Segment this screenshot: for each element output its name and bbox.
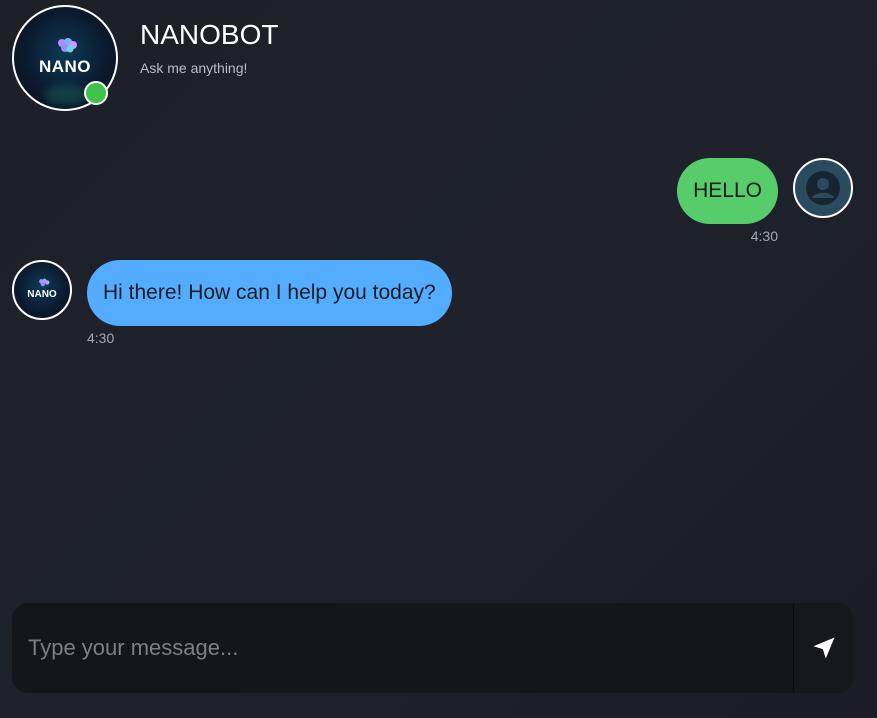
user-message: HELLO 4:30 — [653, 158, 853, 248]
message-composer — [12, 603, 853, 693]
user-message-bubble: HELLO — [677, 158, 778, 224]
message-timestamp: 4:30 — [750, 228, 778, 244]
bot-message: NANO Hi there! How can I help you today?… — [12, 260, 512, 350]
bot-message-bubble: Hi there! How can I help you today? — [87, 260, 452, 326]
chat-app: NANO NANOBOT Ask me anything! HELLO 4:30 — [0, 0, 877, 718]
bot-name: NANOBOT — [140, 19, 279, 50]
message-input[interactable] — [28, 603, 788, 693]
bot-logo-text: NANO — [38, 57, 92, 76]
send-button[interactable] — [794, 603, 853, 693]
online-status-indicator — [84, 81, 108, 105]
user-icon — [806, 171, 840, 205]
bot-subtitle: Ask me anything! — [140, 60, 248, 76]
message-timestamp: 4:30 — [87, 330, 115, 346]
user-avatar — [793, 158, 853, 218]
chat-header: NANO NANOBOT Ask me anything! — [12, 5, 612, 111]
brain-icon — [58, 38, 77, 53]
brain-icon — [39, 278, 50, 287]
send-icon — [813, 637, 834, 659]
bot-logo-text: NANO — [27, 289, 57, 300]
bot-avatar-small: NANO — [12, 260, 72, 320]
